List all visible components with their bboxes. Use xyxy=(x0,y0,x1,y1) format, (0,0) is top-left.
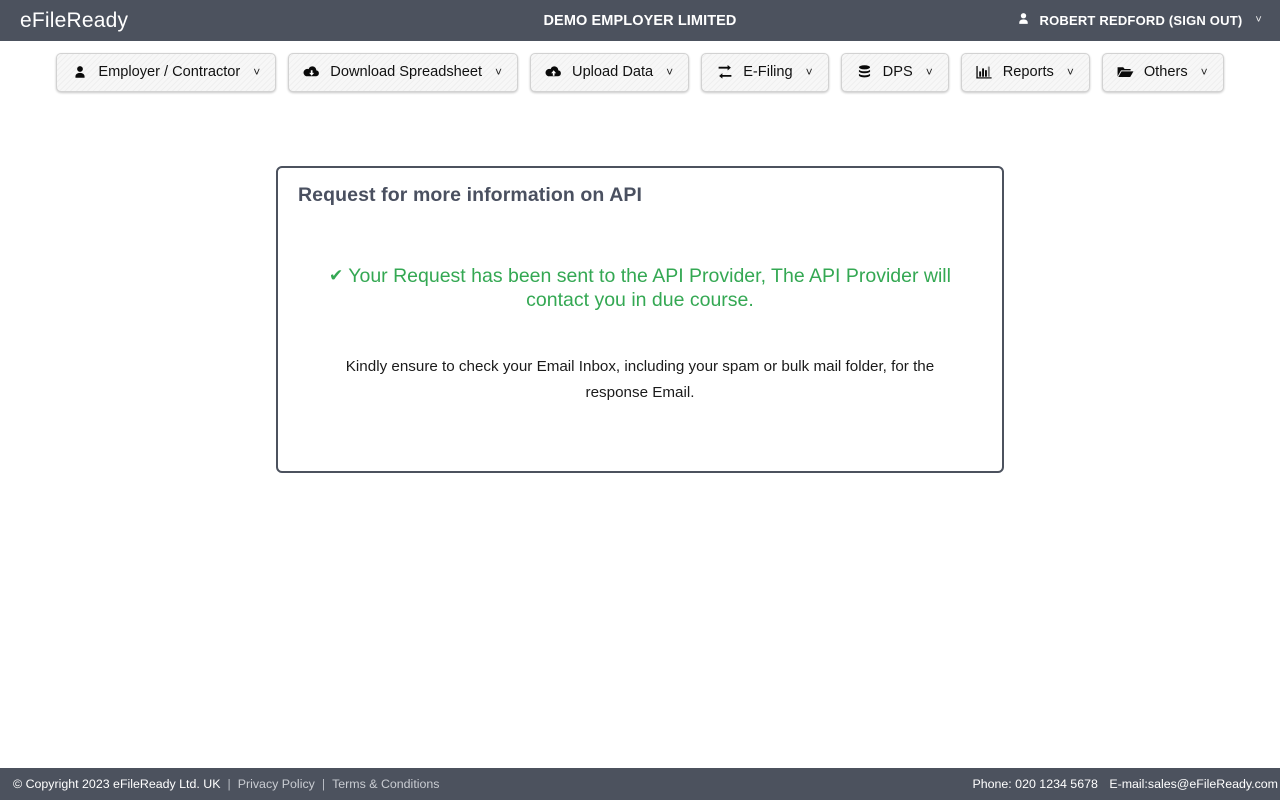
database-icon xyxy=(856,64,873,81)
page-title: Request for more information on API xyxy=(298,184,643,206)
nav-button-upload-data[interactable]: Upload Data ˅ xyxy=(530,52,690,92)
chevron-down-icon: ˅ xyxy=(925,65,933,79)
privacy-policy-link[interactable]: Privacy Policy xyxy=(238,777,315,791)
exchange-arrows-icon xyxy=(716,64,733,81)
footer-email: E-mail:sales@eFileReady.com xyxy=(1109,777,1278,791)
main-navigation: Employer / Contractor ˅ Download Spreads… xyxy=(0,41,1280,103)
footer-left-group: © Copyright 2023 eFileReady Ltd. UK | Pr… xyxy=(13,777,440,791)
nav-button-download-spreadsheet[interactable]: Download Spreadsheet ˅ xyxy=(288,52,519,92)
nav-button-label: DPS xyxy=(882,63,913,80)
footer-separator-2: | xyxy=(321,777,326,791)
nav-button-employer-contractor[interactable]: Employer / Contractor ˅ xyxy=(56,52,277,92)
panel-body: ✔ Your Request has been sent to the API P… xyxy=(278,264,1002,406)
chevron-down-icon: ˅ xyxy=(805,65,813,79)
folder-open-icon xyxy=(1117,64,1134,81)
footer-contact-group: Phone: 020 1234 5678 E-mail:sales@eFileR… xyxy=(972,777,1278,791)
success-message-text: Your Request has been sent to the API Pr… xyxy=(348,265,951,311)
cloud-download-icon xyxy=(303,64,320,81)
chevron-down-icon: ˅ xyxy=(666,65,674,79)
nav-button-reports[interactable]: Reports ˅ xyxy=(960,52,1090,92)
api-request-panel: Request for more information on API ✔ You… xyxy=(276,166,1004,473)
terms-conditions-link[interactable]: Terms & Conditions xyxy=(332,777,439,791)
copyright-text: © Copyright 2023 eFileReady Ltd. UK xyxy=(13,777,221,791)
bar-chart-icon xyxy=(976,64,993,81)
chevron-down-icon: ˅ xyxy=(495,65,503,79)
cloud-upload-icon xyxy=(545,64,562,81)
brand-logo[interactable]: eFileReady xyxy=(20,9,128,33)
chevron-down-icon: ˅ xyxy=(253,65,261,79)
chevron-down-icon: ˅ xyxy=(1255,14,1262,26)
app-footer: © Copyright 2023 eFileReady Ltd. UK | Pr… xyxy=(0,768,1280,800)
nav-button-label: Download Spreadsheet xyxy=(330,63,483,80)
footer-phone: Phone: 020 1234 5678 xyxy=(972,777,1098,791)
nav-button-others[interactable]: Others ˅ xyxy=(1101,52,1224,92)
footer-separator-1: | xyxy=(227,777,231,791)
nav-button-label: Upload Data xyxy=(572,63,654,80)
nav-button-label: Employer / Contractor xyxy=(98,63,241,80)
nav-button-label: E-Filing xyxy=(743,63,793,80)
chevron-down-icon: ˅ xyxy=(1066,65,1074,79)
note-message: Kindly ensure to check your Email Inbox,… xyxy=(345,358,935,401)
check-mark-icon: ✔ xyxy=(329,266,344,285)
chevron-down-icon: ˅ xyxy=(1200,65,1208,79)
user-menu-label: ROBERT REDFORD (SIGN OUT) xyxy=(1039,13,1243,28)
user-icon xyxy=(1017,12,1030,29)
app-header: eFileReady DEMO EMPLOYER LIMITED ROBERT … xyxy=(0,0,1280,41)
nav-button-label: Reports xyxy=(1002,63,1054,80)
nav-button-label: Others xyxy=(1143,63,1188,80)
nav-button-e-filing[interactable]: E-Filing ˅ xyxy=(701,52,829,92)
user-menu[interactable]: ROBERT REDFORD (SIGN OUT) ˅ xyxy=(1017,12,1262,29)
success-message: ✔ Your Request has been sent to the API P… xyxy=(300,264,980,312)
user-icon xyxy=(71,64,88,81)
nav-button-dps[interactable]: DPS ˅ xyxy=(840,52,949,92)
